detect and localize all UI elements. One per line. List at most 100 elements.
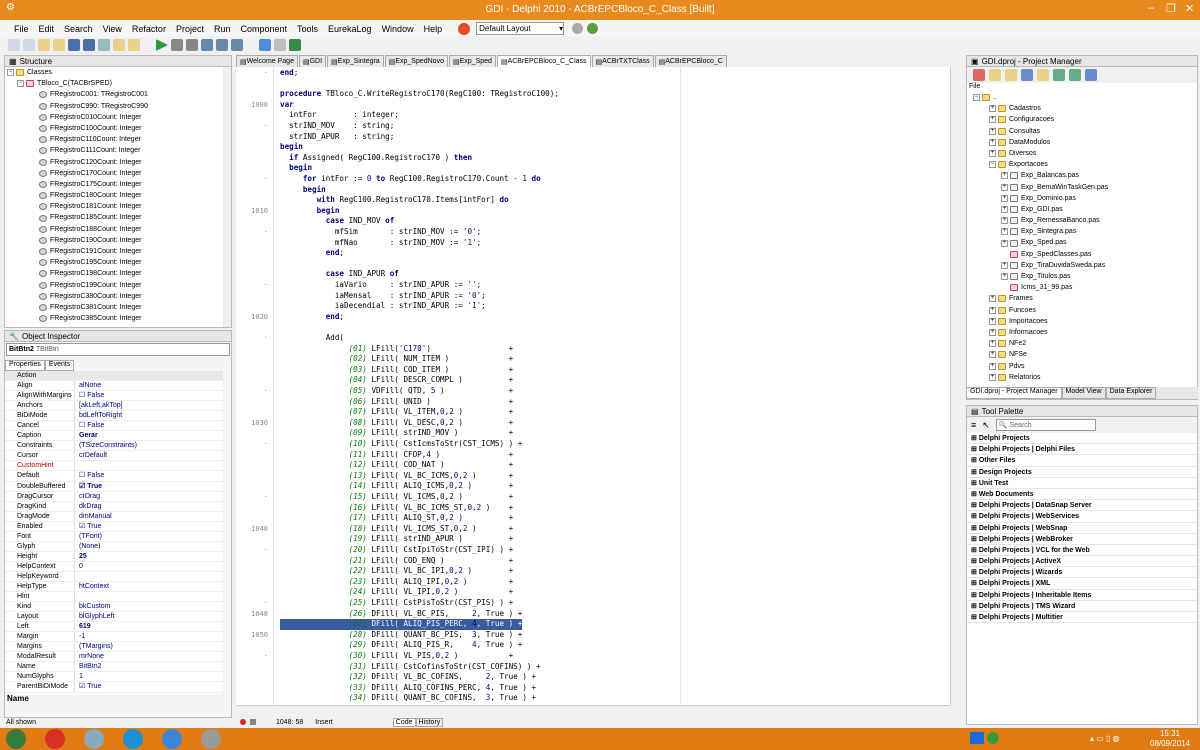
code-line[interactable]: (29) DFill( ALIQ_PIS_R, 4, True ) +: [236, 640, 950, 651]
palette-category[interactable]: ⊞ Delphi Projects | WebServices: [967, 511, 1197, 523]
project-tree-item[interactable]: + Exp_TiraDuvidaSweda.pas: [967, 260, 1187, 271]
tray-icons[interactable]: ▴ ▭ ▯ ◍: [1090, 734, 1120, 743]
code-line[interactable]: (11) LFill( CFOP,4 ) +: [236, 450, 950, 461]
project-tree-item[interactable]: + Pdvs: [967, 361, 1187, 372]
project-tree-item[interactable]: + Consultas: [967, 126, 1187, 137]
object-selector[interactable]: BitBtn2 TBitBtn: [6, 343, 230, 356]
new-icon[interactable]: [8, 39, 20, 51]
menu-help[interactable]: Help: [424, 24, 443, 34]
code-line[interactable]: end;: [236, 248, 950, 259]
property-value[interactable]: -1: [75, 632, 85, 641]
property-value[interactable]: ☐ False: [75, 421, 104, 430]
property-row[interactable]: DragMode dmManual: [5, 511, 223, 522]
property-value[interactable]: BitBtn2: [75, 662, 102, 671]
property-value[interactable]: Gerar: [75, 431, 98, 440]
palette-category[interactable]: ⊞ Design Projects: [967, 467, 1197, 478]
tray-app-icon[interactable]: [987, 732, 999, 744]
tray-teamviewer-icon[interactable]: [970, 732, 984, 744]
delphi-task-icon[interactable]: [201, 729, 221, 749]
code-line[interactable]: (22) LFill( VL_BC_IPI,0,2 ) +: [236, 566, 950, 577]
palette-category[interactable]: ⊞ Delphi Projects | XML: [967, 578, 1197, 590]
code-line[interactable]: begin: [236, 142, 950, 153]
tab-acbrepcbloco-c-class[interactable]: ▤ ACBrEPCBloco_C_Class: [496, 55, 591, 67]
property-row[interactable]: Anchors [akLeft,akTop]: [5, 401, 223, 412]
checkbox-icon[interactable]: ☑: [79, 483, 85, 490]
property-row[interactable]: Height 25: [5, 551, 223, 562]
code-line[interactable]: (32) DFill( VL_BC_COFINS, 2, True ) +: [236, 672, 950, 683]
code-line[interactable]: (33) DFill( ALIQ_COFINS_PERC, 4, True ) …: [236, 683, 950, 694]
expand-icon[interactable]: +: [989, 362, 996, 370]
new-items-icon[interactable]: [23, 39, 35, 51]
code-line[interactable]: (31) LFill( CstCofinsToStr(CST_COFINS) )…: [236, 662, 950, 673]
property-value[interactable]: ☑ True: [75, 522, 101, 531]
notepad-icon[interactable]: [84, 729, 104, 749]
property-row[interactable]: Margin -1: [5, 632, 223, 643]
expand-icon[interactable]: +: [1001, 183, 1008, 191]
tree-item[interactable]: FRegistroC385Count: Integer: [5, 313, 225, 324]
tree-item[interactable]: FRegistroC990: TRegistroC990: [5, 101, 225, 112]
expand-icon[interactable]: +: [989, 340, 996, 348]
code-line[interactable]: 1048 (26) DFill( VL_BC_PIS, 2, True ) +: [236, 609, 950, 620]
menu-project[interactable]: Project: [176, 24, 204, 34]
property-row[interactable]: Default ☐ False: [5, 471, 223, 482]
project-tree-item[interactable]: + DataModulos: [967, 137, 1187, 148]
property-row[interactable]: Kind bkCustom: [5, 602, 223, 613]
tree-item[interactable]: FRegistroC381Count: Integer: [5, 302, 225, 313]
property-row[interactable]: BiDiMode bdLeftToRight: [5, 411, 223, 422]
code-line[interactable]: 1030 (08) LFill( VL_DESC,0,2 ) +: [236, 418, 950, 429]
expand-icon[interactable]: ⊞: [971, 446, 979, 453]
property-row[interactable]: Left 619: [5, 622, 223, 633]
palette-category[interactable]: ⊞ Web Documents: [967, 489, 1197, 501]
project-tree-item[interactable]: + NFe2: [967, 338, 1187, 349]
save-desktop-icon[interactable]: [572, 23, 584, 34]
expand-icon[interactable]: ⊞: [971, 502, 979, 509]
property-value[interactable]: mrNone: [75, 652, 104, 661]
expand-icon[interactable]: ⊞: [971, 569, 979, 576]
project-tree-item[interactable]: + Importacoes: [967, 316, 1187, 327]
property-value[interactable]: [75, 592, 79, 601]
code-line[interactable]: · (15) LFill( VL_ICMS,0,2 ) +: [236, 492, 950, 503]
property-row[interactable]: Hint: [5, 592, 223, 603]
property-value[interactable]: blGlyphLeft: [75, 612, 114, 621]
tree-item[interactable]: FRegistroC185Count: Integer: [5, 212, 225, 223]
palette-category[interactable]: ⊞ Delphi Projects: [967, 433, 1197, 445]
tree-item[interactable]: FRegistroC380Count: Integer: [5, 291, 225, 302]
property-row[interactable]: Font (TFont): [5, 531, 223, 542]
palette-category[interactable]: ⊞ Delphi Projects | DataSnap Server: [967, 500, 1197, 512]
project-tree-item[interactable]: + Exp_Balancas.pas: [967, 170, 1187, 181]
menu-eurekalog[interactable]: EurekaLog: [328, 24, 372, 34]
open-icon[interactable]: [38, 39, 50, 51]
expand-icon[interactable]: +: [989, 351, 996, 359]
property-value[interactable]: bkCustom: [75, 602, 111, 611]
property-value[interactable]: dkDrag: [75, 502, 102, 511]
project-tree-item[interactable]: + Exp_Sintegra.pas: [967, 226, 1187, 237]
property-row[interactable]: Layout blGlyphLeft: [5, 612, 223, 623]
clock[interactable]: 15:31 08/09/2014: [1150, 729, 1190, 749]
palette-category[interactable]: ⊞ Delphi Projects | Multitier: [967, 612, 1197, 624]
property-value[interactable]: (TMargins): [75, 642, 113, 651]
bottom-tab-0[interactable]: GDI.dproj - Project Manager: [966, 387, 1062, 399]
expand-icon[interactable]: +: [1001, 194, 1008, 202]
tree-item[interactable]: FRegistroC175Count: Integer: [5, 179, 225, 190]
property-value[interactable]: 0: [75, 562, 83, 571]
property-value[interactable]: [akLeft,akTop]: [75, 401, 123, 410]
close-icon[interactable]: ✕: [1185, 2, 1194, 15]
tree-item[interactable]: FRegistroC120Count: Integer: [5, 157, 225, 168]
code-line[interactable]: (21) LFill( COD_ENQ ) +: [236, 556, 950, 567]
code-line[interactable]: (34) DFill( QUANT_BC_COFINS, 3, True ) +: [236, 693, 950, 704]
project-tree-item[interactable]: +Exp_SpedClasses.pas: [967, 249, 1187, 260]
property-value[interactable]: (None): [75, 542, 100, 551]
code-line[interactable]: (27) DFill( ALIQ_PIS_PERC, 4, True ) +: [236, 619, 950, 630]
code-line[interactable]: [236, 322, 950, 333]
property-value[interactable]: alNone: [75, 381, 101, 390]
tab-gdi[interactable]: ▤ GDI: [298, 55, 327, 67]
code-line[interactable]: (02) LFill( NUM_ITEM ) +: [236, 354, 950, 365]
collapse-icon[interactable]: −: [7, 69, 14, 77]
tree-item[interactable]: FRegistroC010Count: Integer: [5, 112, 225, 123]
code-line[interactable]: if Assigned( RegC100.RegistroC170 ) then: [236, 153, 950, 164]
open-file-icon[interactable]: [98, 39, 110, 51]
property-row[interactable]: ModalResult mrNone: [5, 652, 223, 663]
property-row[interactable]: DoubleBuffered ☑ True: [5, 481, 223, 492]
code-line[interactable]: [236, 259, 950, 270]
project-tree-item[interactable]: + Relatorios: [967, 372, 1187, 383]
